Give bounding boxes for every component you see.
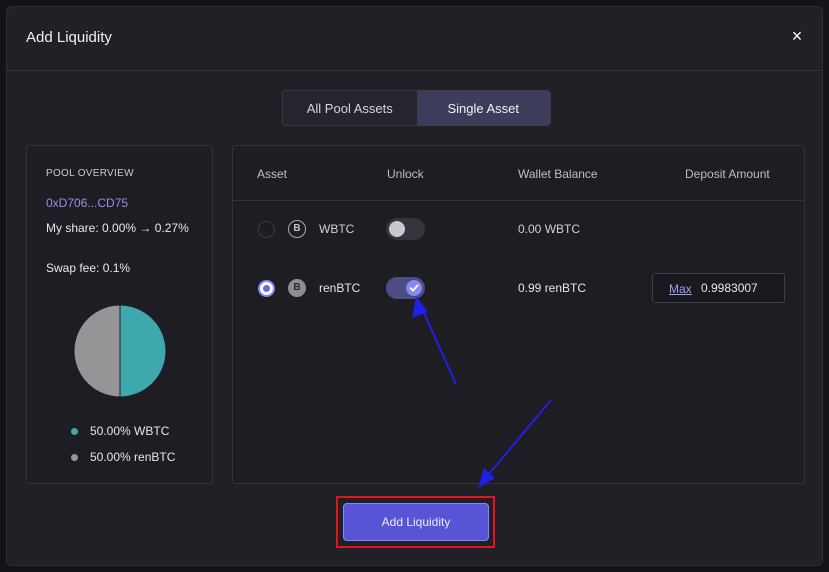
- bitcoin-icon: B: [288, 279, 306, 297]
- pool-composition-pie: [73, 304, 167, 398]
- legend-label: 50.00% WBTC: [90, 424, 170, 438]
- add-liquidity-modal: Add Liquidity × All Pool Assets Single A…: [6, 6, 823, 566]
- toggle-knob: [406, 280, 422, 296]
- unlock-toggle-wbtc[interactable]: [386, 218, 425, 240]
- asset-name: WBTC: [319, 222, 355, 236]
- legend-dot: [71, 453, 78, 461]
- asset-radio-wbtc[interactable]: [258, 221, 275, 238]
- wallet-balance: 0.00 WBTC: [518, 222, 581, 236]
- legend-label: 50.00% renBTC: [90, 450, 176, 464]
- tab-all-pool-assets[interactable]: All Pool Assets: [283, 91, 417, 125]
- wallet-balance: 0.99 renBTC: [518, 281, 587, 295]
- modal-title: Add Liquidity: [26, 29, 112, 46]
- table-row: B renBTC 0.99 renBTC Max: [233, 268, 804, 308]
- modal-header: Add Liquidity ×: [7, 7, 822, 71]
- pie-slice-renbtc: [73, 304, 121, 398]
- mode-selector: All Pool Assets Single Asset: [282, 90, 551, 126]
- header-asset: Asset: [257, 167, 288, 181]
- table-row: B WBTC 0.00 WBTC: [233, 209, 804, 249]
- toggle-knob: [389, 221, 405, 237]
- header-deposit-amount: Deposit Amount: [685, 167, 770, 181]
- my-share-text: My share: 0.00% → 0.27%: [46, 221, 189, 235]
- unlock-toggle-renbtc[interactable]: [386, 277, 425, 299]
- header-wallet-balance: Wallet Balance: [518, 167, 598, 181]
- table-header: Asset Unlock Wallet Balance Deposit Amou…: [233, 146, 804, 201]
- tab-single-asset[interactable]: Single Asset: [416, 91, 550, 125]
- legend-item-wbtc: 50.00% WBTC: [71, 424, 169, 438]
- asset-radio-renbtc[interactable]: [258, 280, 275, 297]
- asset-table: Asset Unlock Wallet Balance Deposit Amou…: [232, 145, 805, 484]
- deposit-amount-field: Max: [652, 273, 785, 303]
- asset-name: renBTC: [319, 281, 361, 295]
- highlight-box: Add Liquidity: [336, 496, 495, 548]
- deposit-amount-input[interactable]: [701, 279, 781, 297]
- checkmark-icon: [409, 284, 419, 292]
- swap-fee-text: Swap fee: 0.1%: [46, 261, 131, 275]
- header-unlock: Unlock: [387, 167, 424, 181]
- add-liquidity-button[interactable]: Add Liquidity: [343, 503, 489, 541]
- bitcoin-icon: B: [288, 220, 306, 238]
- pool-overview-panel: POOL OVERVIEW 0xD706...CD75 My share: 0.…: [26, 145, 213, 484]
- max-button[interactable]: Max: [669, 282, 692, 296]
- pool-address-link[interactable]: 0xD706...CD75: [46, 196, 128, 210]
- legend-dot: [71, 427, 78, 435]
- pie-slice-wbtc: [119, 304, 167, 398]
- legend-item-renbtc: 50.00% renBTC: [71, 450, 175, 464]
- close-icon[interactable]: ×: [788, 27, 806, 45]
- pool-overview-title: POOL OVERVIEW: [46, 168, 134, 179]
